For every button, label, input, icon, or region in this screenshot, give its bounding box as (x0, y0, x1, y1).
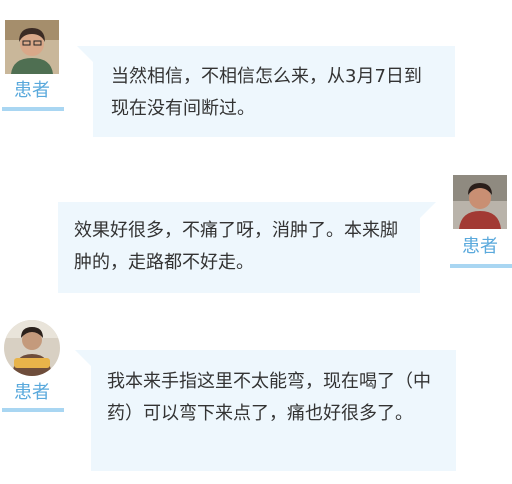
message-text-2: 效果好很多，不痛了呀，消肿了。本来脚肿的，走路都不好走。 (74, 220, 398, 273)
bubble-tail-3 (75, 350, 91, 366)
patient-avatar-2 (453, 175, 507, 229)
patient-avatar-3 (4, 320, 60, 376)
bubble-tail-2 (420, 202, 436, 218)
message-bubble-1: 当然相信，不相信怎么来，从3月7日到现在没有间断过。 (93, 46, 455, 137)
message-bubble-3: 我本来手指这里不太能弯，现在喝了（中药）可以弯下来点了，痛也好很多了。 (91, 350, 456, 471)
message-text-1: 当然相信，不相信怎么来，从3月7日到现在没有间断过。 (111, 66, 422, 119)
patient-photo-icon (5, 20, 59, 74)
label-underline-3 (2, 408, 64, 412)
sender-label-2: 患者 (462, 236, 498, 257)
label-underline-2 (450, 264, 512, 268)
bubble-tail-1 (77, 46, 93, 62)
patient-photo-icon (4, 320, 60, 376)
message-text-3: 我本来手指这里不太能弯，现在喝了（中药）可以弯下来点了，痛也好很多了。 (107, 371, 431, 424)
sender-label-1: 患者 (14, 80, 50, 101)
patient-avatar-1 (5, 20, 59, 74)
patient-photo-icon (453, 175, 507, 229)
sender-label-3: 患者 (14, 382, 50, 403)
message-bubble-2: 效果好很多，不痛了呀，消肿了。本来脚肿的，走路都不好走。 (58, 202, 420, 293)
label-underline-1 (2, 107, 64, 111)
